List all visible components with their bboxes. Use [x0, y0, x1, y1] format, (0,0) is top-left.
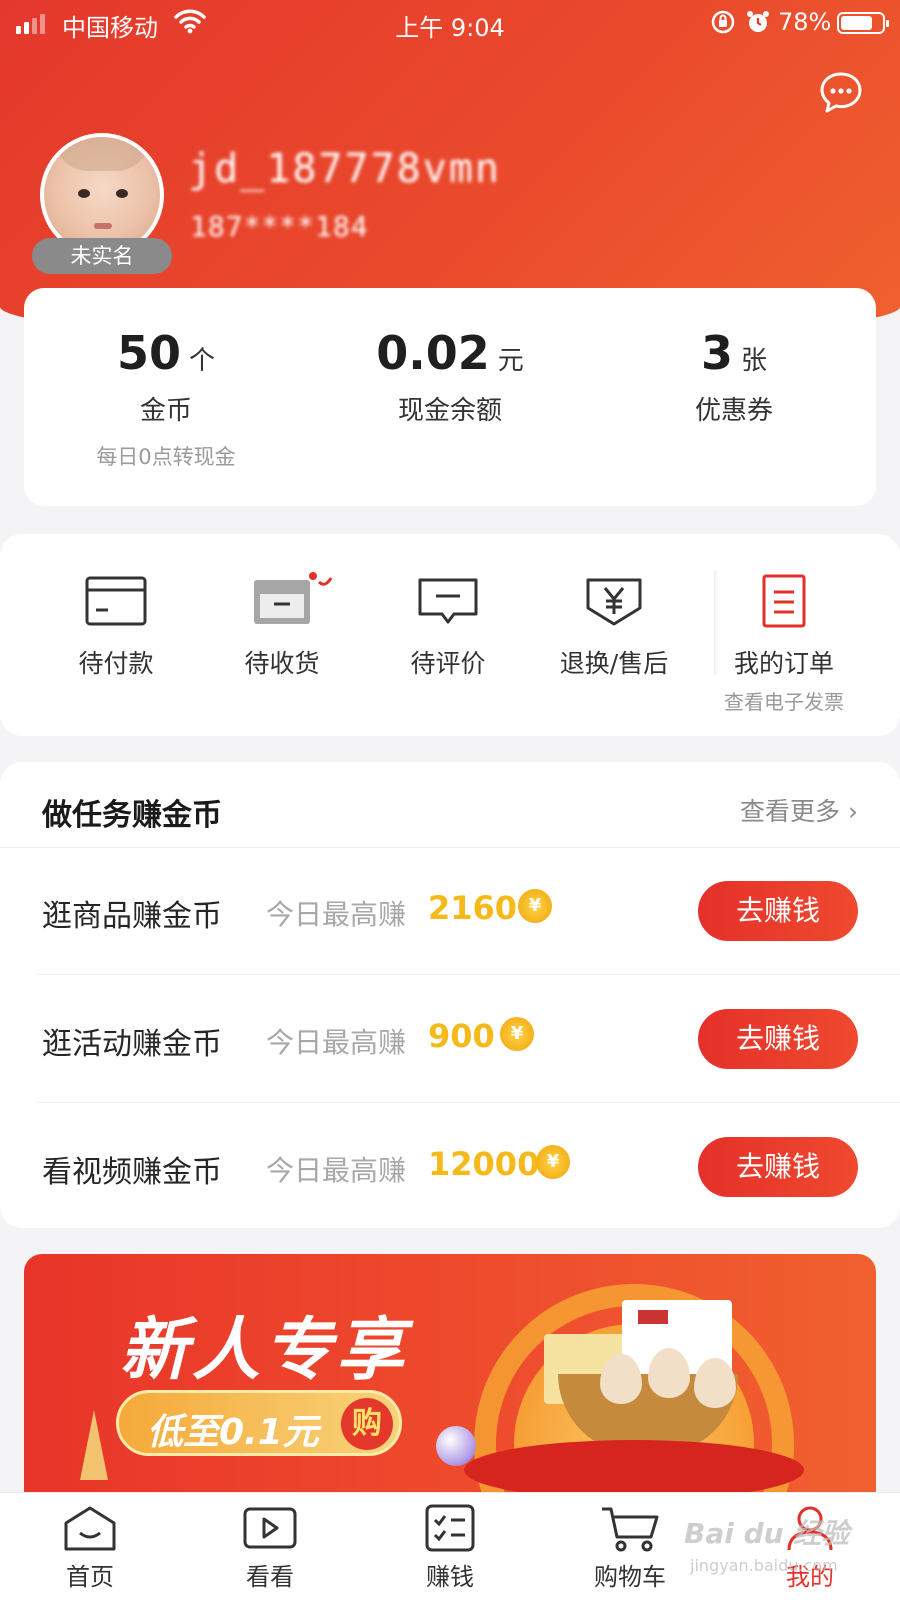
tab-earn[interactable]: 赚钱 — [360, 1503, 540, 1592]
asset-value: 0.02 — [376, 326, 490, 380]
message-icon[interactable] — [818, 70, 864, 116]
asset-coins[interactable]: 50 个 金币 每日0点转现金 — [24, 326, 308, 471]
asset-unit: 元 — [497, 346, 524, 376]
order-label: 待评价 — [410, 649, 486, 678]
coin-icon: ¥ — [500, 1017, 534, 1051]
avatar-hair — [54, 137, 150, 171]
tasks-more-link[interactable]: 查看更多 › — [740, 792, 858, 828]
rotation-lock-icon — [710, 9, 736, 41]
task-amount: 900 — [428, 1017, 495, 1055]
earn-button[interactable]: 去赚钱 — [698, 1009, 858, 1069]
earn-button[interactable]: 去赚钱 — [698, 1137, 858, 1197]
task-prefix: 今日最高赚 — [266, 1026, 407, 1059]
asset-label: 金币 — [139, 396, 192, 426]
status-bar: 中国移动 上午 9:04 78% — [0, 0, 900, 46]
tab-label: 看看 — [246, 1563, 294, 1591]
order-label: 待收货 — [244, 649, 320, 678]
order-label: 退换/售后 — [559, 649, 669, 678]
asset-coupons[interactable]: 3张 优惠券 — [592, 326, 876, 427]
earn-button[interactable]: 去赚钱 — [698, 881, 858, 941]
watermark-url: jingyan.baidu.com — [690, 1556, 838, 1575]
banner-cone — [80, 1410, 108, 1480]
task-row: 逛活动赚金币 今日最高赚 900 ¥ 去赚钱 — [0, 975, 900, 1103]
wallet-card-icon — [32, 574, 200, 628]
tasks-card: 做任务赚金币 查看更多 › 逛商品赚金币 今日最高赚 2160 ¥ 去赚钱 逛活… — [0, 762, 900, 1228]
home-icon — [0, 1503, 180, 1553]
order-list-icon — [700, 574, 868, 628]
order-my-orders[interactable]: 我的订单 查看电子发票 — [700, 574, 868, 715]
tasks-title: 做任务赚金币 — [42, 798, 222, 833]
task-list-icon — [360, 1503, 540, 1553]
order-pending-receipt[interactable]: 待收货 — [198, 574, 366, 680]
watermark: Bai du 经验 — [684, 1517, 850, 1550]
newcomer-banner[interactable]: 新人专享 低至0.1元 购 — [24, 1254, 876, 1494]
orders-card: 待付款 待收货 待评价 退换/售后 我的订单 查看电子发票 — [0, 534, 900, 736]
order-after-sales[interactable]: 退换/售后 — [530, 574, 698, 680]
delivery-notice-icon — [305, 568, 335, 590]
order-pending-payment[interactable]: 待付款 — [32, 574, 200, 680]
task-amount: 2160 — [428, 889, 518, 927]
asset-cash-balance[interactable]: 0.02 元 现金余额 — [308, 326, 592, 427]
avatar-eye-right — [116, 189, 128, 198]
task-prefix: 今日最高赚 — [266, 1154, 407, 1187]
unverified-badge[interactable]: 未实名 — [32, 238, 172, 274]
battery-icon — [837, 12, 889, 34]
coin-icon: ¥ — [536, 1145, 570, 1179]
asset-unit: 个 — [189, 346, 216, 376]
task-amount: 12000 — [428, 1145, 540, 1183]
banner-price-text: 低至0.1元 — [147, 1412, 319, 1453]
tab-watch[interactable]: 看看 — [180, 1503, 360, 1592]
username: jd_187778vmn — [188, 146, 501, 192]
phone-number: 187****184 — [190, 210, 369, 243]
battery-fill — [841, 16, 872, 30]
task-row: 逛商品赚金币 今日最高赚 2160 ¥ 去赚钱 — [0, 847, 900, 975]
assets-card: 50 个 金币 每日0点转现金 0.02 元 现金余额 3张 优惠券 — [24, 288, 876, 506]
alarm-icon — [745, 9, 771, 41]
asset-sub: 每日0点转现金 — [96, 445, 236, 469]
task-name: 逛商品赚金币 — [42, 899, 222, 934]
buy-badge: 购 — [341, 1398, 393, 1450]
video-play-icon — [180, 1503, 360, 1553]
task-name: 看视频赚金币 — [42, 1155, 222, 1190]
tab-label: 首页 — [66, 1563, 114, 1591]
delivery-box-icon — [198, 574, 366, 628]
avatar-eye-left — [78, 189, 90, 198]
task-prefix: 今日最高赚 — [266, 898, 407, 931]
asset-value: 3 — [700, 326, 733, 380]
banner-ball — [436, 1426, 476, 1466]
order-pending-review[interactable]: 待评价 — [364, 574, 532, 680]
refund-yen-icon — [530, 574, 698, 628]
review-chat-icon — [364, 574, 532, 628]
tab-label: 赚钱 — [426, 1563, 474, 1591]
avatar-mouth — [94, 223, 112, 229]
banner-price-pill[interactable]: 低至0.1元 购 — [116, 1390, 402, 1456]
asset-unit: 张 — [741, 346, 768, 376]
order-label: 待付款 — [78, 649, 154, 678]
banner-stage — [464, 1440, 804, 1494]
asset-label: 现金余额 — [397, 396, 502, 426]
order-sub: 查看电子发票 — [724, 690, 844, 714]
asset-value: 50 — [116, 326, 181, 380]
tab-home[interactable]: 首页 — [0, 1503, 180, 1592]
battery-percent: 78% — [778, 8, 832, 36]
asset-label: 优惠券 — [694, 396, 773, 426]
order-label: 我的订单 — [733, 649, 834, 678]
coin-icon: ¥ — [518, 889, 552, 923]
banner-headline: 新人专享 — [120, 1311, 409, 1390]
task-row: 看视频赚金币 今日最高赚 12000 ¥ 去赚钱 — [0, 1103, 900, 1231]
task-name: 逛活动赚金币 — [42, 1027, 222, 1062]
